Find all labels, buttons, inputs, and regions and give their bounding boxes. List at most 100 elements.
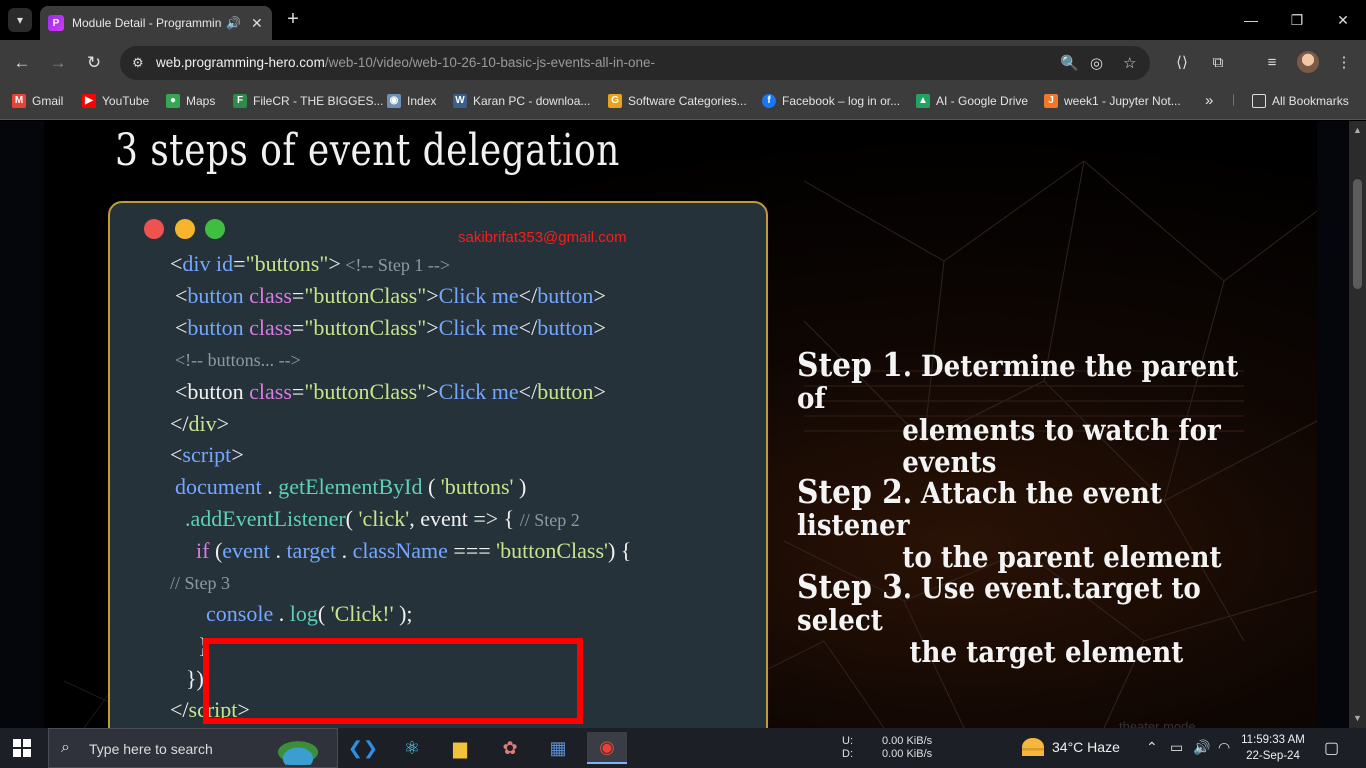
scroll-down-arrow-icon[interactable]: ▼: [1353, 713, 1362, 723]
scroll-thumb[interactable]: [1353, 179, 1362, 289]
tab-search-button[interactable]: ▾: [8, 8, 32, 32]
video-player[interactable]: 3 steps of event delegation sakibrifat35…: [44, 121, 1317, 728]
code-card: sakibrifat353@gmail.com <div id="buttons…: [108, 201, 768, 728]
code-line-console-log: console . log( 'Click!' );: [206, 601, 413, 626]
green-window-dot: [205, 219, 225, 239]
reload-button[interactable]: ↻: [82, 51, 106, 75]
all-bookmarks-button[interactable]: All Bookmarks: [1252, 94, 1349, 108]
speaker-icon[interactable]: 🔊: [226, 16, 241, 30]
maps-icon: ●: [166, 94, 180, 108]
red-highlight-box: [203, 638, 583, 724]
net-speed-labels: U: D:: [842, 735, 853, 760]
close-tab-icon[interactable]: ✕: [251, 15, 263, 32]
bookmark-gmail[interactable]: M Gmail: [12, 94, 63, 108]
bookmark-filecr[interactable]: F FileCR - THE BIGGES...: [233, 94, 383, 108]
code-line-add-listener: .addEventListener( 'click', event => { /…: [185, 506, 580, 531]
notification-icon[interactable]: ▢: [1324, 738, 1339, 758]
site-info-icon[interactable]: ⚙: [132, 55, 144, 71]
bookmarks-divider: |: [1232, 92, 1236, 106]
scroll-up-arrow-icon[interactable]: ▲: [1353, 125, 1362, 135]
url-text[interactable]: web.programming-hero.com/web-10/video/we…: [156, 55, 655, 70]
bookmark-google-drive[interactable]: ▲ AI - Google Drive: [916, 94, 1028, 108]
email-watermark: sakibrifat353@gmail.com: [458, 229, 627, 246]
vscode-icon[interactable]: ❮❯: [343, 732, 383, 764]
taskbar-search-box[interactable]: ⌕ Type here to search: [48, 728, 338, 768]
battery-icon[interactable]: ▭: [1170, 739, 1183, 756]
filecr-icon: F: [233, 94, 247, 108]
theater-mode-label[interactable]: theater mode: [1119, 719, 1196, 728]
code-line-button-1: <button class="buttonClass">Click me</bu…: [175, 283, 606, 308]
paint-icon[interactable]: ✿: [490, 732, 530, 764]
calculator-icon[interactable]: ▦: [538, 732, 578, 764]
volume-icon[interactable]: 🔊: [1193, 739, 1210, 756]
net-speed-values: 0.00 KiB/s 0.00 KiB/s: [882, 735, 933, 760]
youtube-icon: ▶: [82, 94, 96, 108]
extension-devtools-icon[interactable]: ⟨⟩: [1170, 51, 1194, 75]
bookmark-facebook[interactable]: f Facebook – log in or...: [762, 94, 900, 108]
bookmark-index[interactable]: ◉ Index: [387, 94, 436, 108]
haze-weather-icon: [1022, 738, 1044, 756]
weather-widget[interactable]: 34°C Haze: [1022, 738, 1120, 756]
bookmark-software-categories[interactable]: G Software Categories...: [608, 94, 747, 108]
code-line-if: if (event . target . className === 'butt…: [196, 538, 632, 563]
chevron-up-icon[interactable]: ⌃: [1146, 739, 1158, 756]
file-explorer-icon[interactable]: ▆: [440, 732, 480, 764]
software-icon: G: [608, 94, 622, 108]
folder-icon: [1252, 94, 1266, 108]
profile-avatar[interactable]: [1297, 51, 1319, 73]
search-highlight-art-icon[interactable]: [263, 733, 333, 765]
back-button[interactable]: ←: [10, 51, 34, 75]
page-scrollbar[interactable]: ▲ ▼: [1349, 121, 1366, 728]
code-line-button-2: <button class="buttonClass">Click me</bu…: [175, 315, 606, 340]
bookmark-jupyter[interactable]: Jweek1 - Jupyter Not...: [1044, 94, 1181, 108]
google-drive-icon: ▲: [916, 94, 930, 108]
code-line-div-close: </div>: [170, 411, 230, 436]
eye-off-icon[interactable]: ◎: [1090, 54, 1103, 72]
bookmarks-bar: M Gmail ▶ YouTube ● Maps F FileCR - THE BIGG…: [0, 86, 1366, 120]
index-icon: ◉: [387, 94, 401, 108]
windows-taskbar: ⌕ Type here to search ❮❯ ⚛ ▆ ✿ ▦ ◉ U: D: …: [0, 728, 1366, 768]
yellow-window-dot: [175, 219, 195, 239]
media-control-icon[interactable]: ≡: [1260, 51, 1284, 75]
active-tab[interactable]: P Module Detail - Programming Hero 🔊 ✕: [40, 6, 272, 40]
slide-title: 3 steps of event delegation: [115, 125, 620, 176]
code-line-step3-comment: // Step 3: [170, 573, 231, 593]
wordpress-icon: W: [453, 94, 467, 108]
restore-button[interactable]: ❐: [1282, 8, 1312, 32]
search-icon: ⌕: [61, 739, 70, 756]
tab-title: Module Detail - Programming Hero: [72, 16, 222, 30]
more-bookmarks-button[interactable]: »: [1205, 92, 1213, 109]
star-icon[interactable]: ☆: [1123, 54, 1136, 72]
step-2-text: Step 2. Attach the event listener to the…: [797, 472, 1222, 574]
jupyter-icon: J: [1044, 94, 1058, 108]
minimize-button[interactable]: —: [1236, 8, 1266, 32]
menu-icon[interactable]: ⋮: [1332, 51, 1356, 75]
bookmark-maps[interactable]: ● Maps: [166, 94, 215, 108]
facebook-icon: f: [762, 94, 776, 108]
react-icon[interactable]: ⚛: [392, 732, 432, 764]
close-window-button[interactable]: ✕: [1328, 8, 1358, 32]
bookmark-karan-pc[interactable]: W Karan PC - downloa...: [453, 94, 590, 108]
extensions-icon[interactable]: ⧉: [1206, 51, 1230, 75]
chrome-icon[interactable]: ◉: [587, 732, 627, 764]
address-bar[interactable]: ⚙ web.programming-hero.com/web-10/video/…: [120, 46, 1150, 80]
wifi-icon[interactable]: ◠: [1218, 739, 1230, 756]
step-1-text: Step 1. Determine the parent of elements…: [797, 345, 1239, 479]
forward-button[interactable]: →: [46, 51, 70, 75]
search-placeholder: Type here to search: [89, 741, 213, 757]
bookmark-youtube[interactable]: ▶ YouTube: [82, 94, 149, 108]
code-line-buttons-comment: <!-- buttons... -->: [175, 350, 301, 370]
tab-strip: ▾ P Module Detail - Programming Hero 🔊 ✕…: [0, 0, 1366, 40]
navigation-bar: ← → ↻ ⚙ web.programming-hero.com/web-10/…: [0, 40, 1366, 86]
system-clock[interactable]: 11:59:33 AM 22-Sep-24: [1240, 732, 1306, 764]
zoom-icon[interactable]: 🔍: [1060, 54, 1079, 72]
windows-start-icon[interactable]: [13, 739, 31, 757]
gmail-icon: M: [12, 94, 26, 108]
code-line-button-3: <button class="buttonClass">Click me</bu…: [175, 379, 606, 404]
code-line-div-open: <div id="buttons"> <!-- Step 1 -->: [170, 251, 451, 276]
page-viewport: 3 steps of event delegation sakibrifat35…: [0, 121, 1349, 728]
code-line-script-open: <script>: [170, 442, 244, 467]
new-tab-button[interactable]: +: [282, 8, 304, 30]
red-window-dot: [144, 219, 164, 239]
programming-hero-icon: P: [48, 15, 64, 31]
